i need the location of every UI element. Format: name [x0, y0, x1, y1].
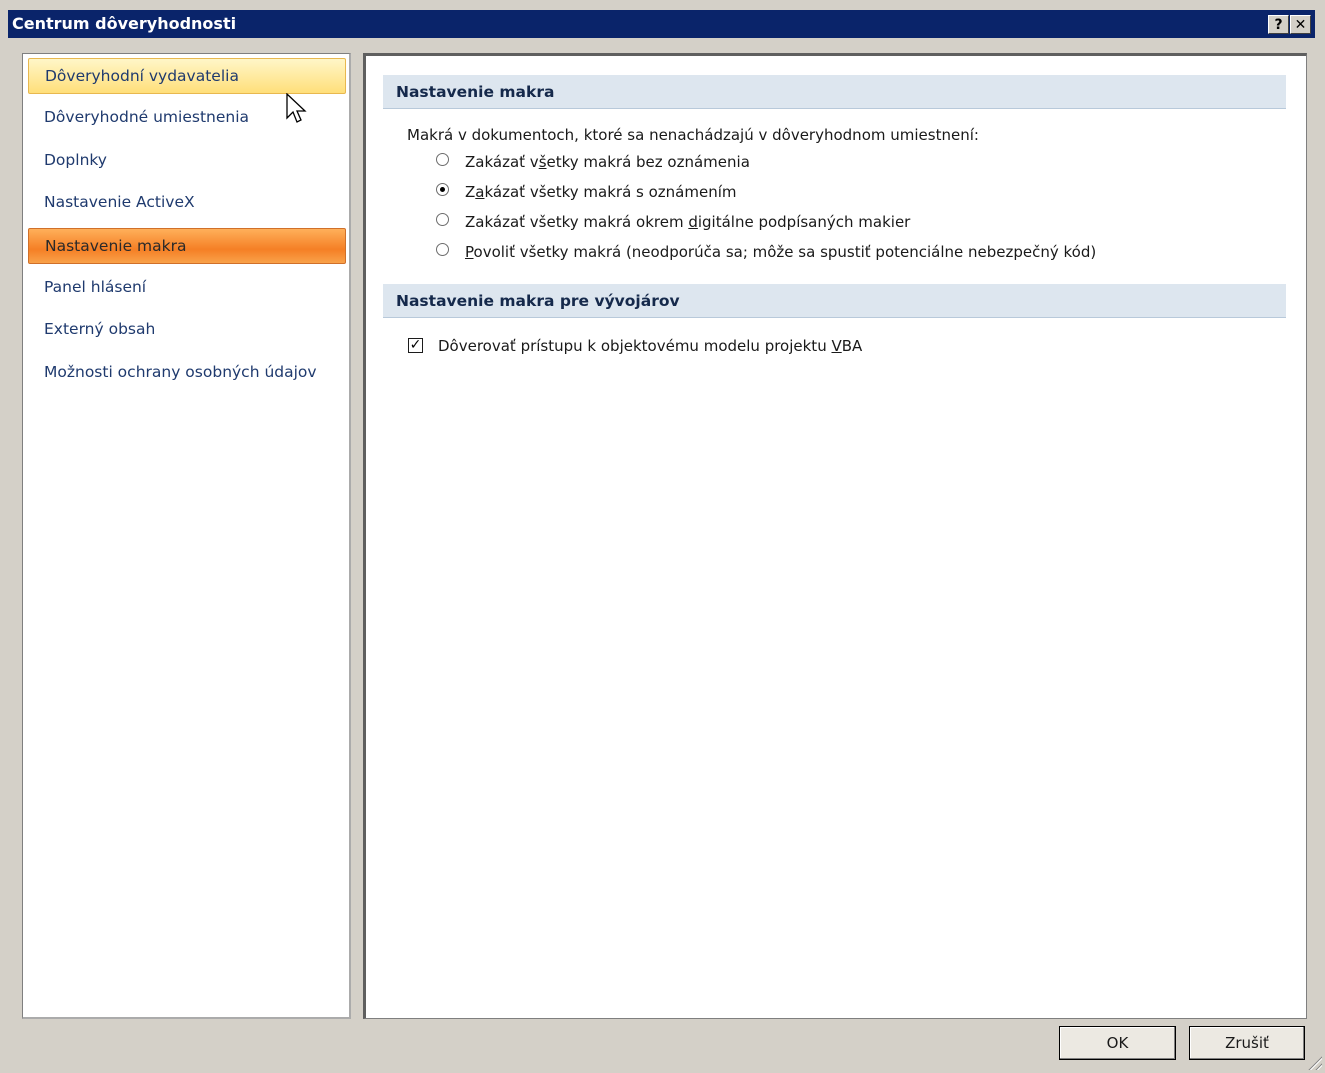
trust-vba-label[interactable]: Dôverovať prístupu k objektovému modelu …	[438, 337, 862, 355]
sidebar-item-trusted-publishers[interactable]: Dôveryhodní vydavatelia	[28, 58, 346, 94]
radio-label-disable-no-notification[interactable]: Zakázať všetky makrá bez oznámenia	[465, 153, 750, 171]
macro-settings-header: Nastavenie makra	[383, 75, 1286, 109]
sidebar-item-message-bar[interactable]: Panel hlásení	[28, 270, 346, 306]
sidebar-item-activex-settings[interactable]: Nastavenie ActiveX	[28, 185, 346, 221]
mouse-cursor-icon	[286, 93, 307, 123]
close-button[interactable]: ✕	[1290, 15, 1311, 34]
help-button[interactable]: ?	[1268, 15, 1289, 34]
sidebar-item-privacy-options[interactable]: Možnosti ochrany osobných údajov	[28, 355, 346, 391]
sidebar: Dôveryhodní vydavatelia Dôveryhodné umie…	[22, 53, 351, 1019]
ok-button[interactable]: OK	[1059, 1026, 1176, 1060]
resize-grip-icon[interactable]	[1306, 1054, 1322, 1070]
sidebar-item-external-content[interactable]: Externý obsah	[28, 312, 346, 348]
sidebar-item-add-ins[interactable]: Doplnky	[28, 143, 346, 179]
radio-label-disable-except-signed[interactable]: Zakázať všetky makrá okrem digitálne pod…	[465, 213, 910, 231]
macro-description: Makrá v dokumentoch, ktoré sa nenachádza…	[407, 126, 979, 144]
radio-disable-no-notification[interactable]	[436, 153, 449, 166]
radio-enable-all[interactable]	[436, 243, 449, 256]
title-bar: Centrum dôveryhodnosti ? ✕	[8, 10, 1315, 38]
radio-disable-except-signed[interactable]	[436, 213, 449, 226]
radio-disable-with-notification[interactable]	[436, 183, 449, 196]
sidebar-item-macro-settings[interactable]: Nastavenie makra	[28, 228, 346, 264]
radio-label-enable-all[interactable]: Povoliť všetky makrá (neodporúča sa; môž…	[465, 243, 1096, 261]
cancel-button[interactable]: Zrušiť	[1189, 1026, 1305, 1060]
radio-label-disable-with-notification[interactable]: Zakázať všetky makrá s oznámením	[465, 183, 737, 201]
content-panel: Nastavenie makra Makrá v dokumentoch, kt…	[363, 53, 1307, 1019]
window-title: Centrum dôveryhodnosti	[12, 14, 237, 33]
trust-vba-checkbox[interactable]: ✓	[408, 338, 423, 353]
developer-settings-header: Nastavenie makra pre vývojárov	[383, 284, 1286, 318]
